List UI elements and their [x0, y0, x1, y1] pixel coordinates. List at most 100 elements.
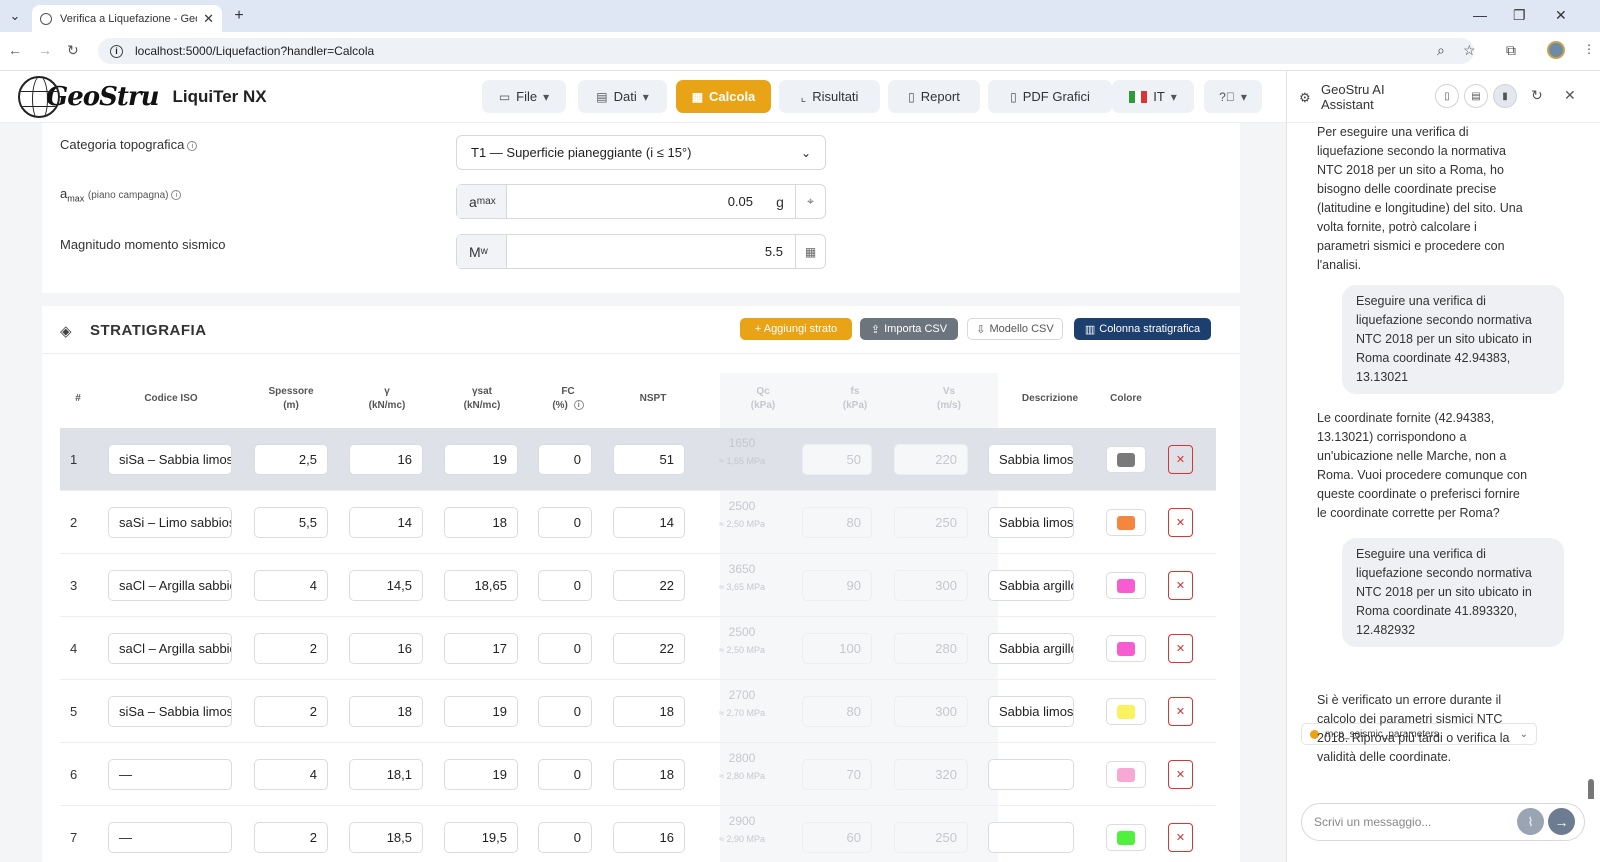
descrizione-input[interactable]: Sabbia limosa [988, 444, 1074, 475]
gamma-input[interactable]: 16 [349, 633, 423, 664]
iso-code-select[interactable]: saCl – Argilla sabbiosa [108, 570, 232, 601]
chat-scrollbar[interactable] [1587, 183, 1595, 799]
gamma-input[interactable]: 16 [349, 444, 423, 475]
gamma-input[interactable]: 14 [349, 507, 423, 538]
dock-left-icon[interactable]: ▯ [1435, 84, 1459, 108]
mw-input[interactable]: 5.5 [507, 244, 795, 259]
delete-row-icon[interactable]: ✕ [1168, 571, 1193, 600]
descrizione-input[interactable]: Sabbia limosa [988, 696, 1074, 727]
tab-search-icon[interactable]: ⌄ [4, 5, 26, 27]
color-picker[interactable] [1106, 509, 1146, 536]
table-row[interactable]: 4 saCl – Argilla sabbiosa 2 16 17 0 22 2500 ≈ 2,… [60, 617, 1216, 680]
color-picker[interactable] [1106, 635, 1146, 662]
forward-icon[interactable]: → [38, 42, 52, 58]
table-row[interactable]: 1 siSa – Sabbia limosa 2,5 16 19 0 51 1650 ≈ 1,6… [60, 428, 1216, 491]
iso-code-select[interactable]: saCl – Argilla sabbiosa [108, 633, 232, 664]
fc-input[interactable]: 0 [538, 633, 592, 664]
new-tab-icon[interactable]: + [228, 5, 250, 27]
map-pin-icon[interactable]: ⌖ [795, 185, 825, 218]
maximize-icon[interactable]: ❐ [1513, 7, 1526, 24]
table-row[interactable]: 2 saSi – Limo sabbioso 5,5 14 18 0 14 2500 ≈ 2,5… [60, 491, 1216, 554]
nav-pdf-button[interactable]: ▯ PDF Grafici [988, 80, 1112, 113]
color-picker[interactable] [1106, 761, 1146, 788]
table-row[interactable]: 3 saCl – Argilla sabbiosa 4 14,5 18,65 0 22 365… [60, 554, 1216, 617]
spessore-input[interactable]: 2 [254, 822, 328, 853]
gamma-sat-input[interactable]: 18 [444, 507, 518, 538]
nspt-input[interactable]: 18 [613, 759, 685, 790]
gamma-sat-input[interactable]: 19 [444, 444, 518, 475]
gamma-sat-input[interactable]: 19 [444, 759, 518, 790]
nspt-input[interactable]: 16 [613, 822, 685, 853]
browser-tab[interactable]: Verifica a Liquefazione - GeoStru ✕ [32, 5, 222, 32]
info-icon[interactable]: i [171, 190, 182, 200]
nav-report-button[interactable]: ▯ Report [888, 80, 980, 113]
topo-select[interactable]: T1 — Superficie pianeggiante (i ≤ 15°) ⌄ [456, 135, 826, 170]
spessore-input[interactable]: 2 [254, 633, 328, 664]
close-panel-icon[interactable]: ✕ [1564, 87, 1576, 104]
color-picker[interactable] [1106, 572, 1146, 599]
gamma-input[interactable]: 18,1 [349, 759, 423, 790]
delete-row-icon[interactable]: ✕ [1168, 508, 1193, 537]
descrizione-input[interactable]: Sabbia argillosa [988, 570, 1074, 601]
fc-input[interactable]: 0 [538, 822, 592, 853]
spessore-input[interactable]: 5,5 [254, 507, 328, 538]
nav-dati-button[interactable]: ▤ Dati ▾ [578, 80, 667, 113]
spessore-input[interactable]: 2,5 [254, 444, 328, 475]
close-window-icon[interactable]: ✕ [1555, 7, 1567, 24]
info-icon[interactable]: i [573, 400, 584, 410]
iso-code-select[interactable]: saSi – Limo sabbioso [108, 507, 232, 538]
descrizione-input[interactable] [988, 759, 1074, 790]
color-picker[interactable] [1106, 698, 1146, 725]
site-info-icon[interactable]: i [110, 44, 123, 58]
minimize-icon[interactable]: — [1473, 7, 1487, 23]
iso-code-select[interactable]: — [108, 759, 232, 790]
amax-input[interactable]: 0.05 [507, 194, 765, 209]
back-icon[interactable]: ← [8, 42, 22, 58]
add-layer-button[interactable]: + Aggiungi strato [740, 318, 852, 340]
close-tab-icon[interactable]: ✕ [203, 11, 214, 27]
gamma-input[interactable]: 18,5 [349, 822, 423, 853]
url-field[interactable]: i localhost:5000/Liquefaction?handler=Ca… [98, 38, 1474, 64]
iso-code-select[interactable]: — [108, 822, 232, 853]
fc-input[interactable]: 0 [538, 444, 592, 475]
iso-code-select[interactable]: siSa – Sabbia limosa [108, 696, 232, 727]
stratigraphic-column-button[interactable]: ▥ Colonna stratigrafica [1074, 318, 1211, 340]
csv-model-button[interactable]: ⇩ Modello CSV [967, 318, 1063, 340]
iso-code-select[interactable]: siSa – Sabbia limosa [108, 444, 232, 475]
nspt-input[interactable]: 51 [613, 444, 685, 475]
zoom-icon[interactable]: ⌕ [1437, 42, 1445, 59]
table-row[interactable]: 7 — 2 18,5 19,5 0 16 2900 ≈ 2,90 MPa 60 250 ✕ [60, 806, 1216, 862]
dock-right-icon[interactable]: ▮ [1493, 84, 1517, 108]
bookmark-star-icon[interactable]: ☆ [1463, 42, 1476, 59]
nav-calcola-button[interactable]: ▦ Calcola [676, 80, 771, 113]
nav-language-button[interactable]: IT ▾ [1112, 80, 1194, 113]
nav-risultati-button[interactable]: ⌞ Risultati [779, 80, 880, 113]
spessore-input[interactable]: 4 [254, 570, 328, 601]
gamma-sat-input[interactable]: 19,5 [444, 822, 518, 853]
gamma-input[interactable]: 18 [349, 696, 423, 727]
descrizione-input[interactable]: Sabbia limosa [988, 507, 1074, 538]
table-row[interactable]: 6 — 4 18,1 19 0 18 2800 ≈ 2,80 MPa 70 320 ✕ [60, 743, 1216, 806]
nav-file-button[interactable]: ▭ File ▾ [482, 80, 566, 113]
gamma-sat-input[interactable]: 17 [444, 633, 518, 664]
app-logo[interactable]: GeoStru LiquiTer NX [18, 76, 267, 118]
color-picker[interactable] [1106, 446, 1146, 473]
browser-menu-icon[interactable]: ⋮ [1583, 42, 1595, 56]
profile-avatar[interactable] [1547, 41, 1565, 59]
import-csv-button[interactable]: ⇪ Importa CSV [860, 318, 958, 340]
nspt-input[interactable]: 22 [613, 633, 685, 664]
info-icon[interactable]: i [187, 141, 198, 151]
refresh-icon[interactable]: ↻ [1531, 87, 1543, 104]
calculator-icon[interactable]: ▦ [795, 235, 825, 268]
table-row[interactable]: 5 siSa – Sabbia limosa 2 18 19 0 18 2700 ≈ 2,70 … [60, 680, 1216, 743]
extensions-icon[interactable]: ⧉ [1506, 42, 1516, 59]
spessore-input[interactable]: 2 [254, 696, 328, 727]
fc-input[interactable]: 0 [538, 507, 592, 538]
spessore-input[interactable]: 4 [254, 759, 328, 790]
nspt-input[interactable]: 14 [613, 507, 685, 538]
send-icon[interactable]: → [1548, 808, 1575, 835]
nspt-input[interactable]: 18 [613, 696, 685, 727]
delete-row-icon[interactable]: ✕ [1168, 697, 1193, 726]
color-picker[interactable] [1106, 824, 1146, 851]
fc-input[interactable]: 0 [538, 759, 592, 790]
